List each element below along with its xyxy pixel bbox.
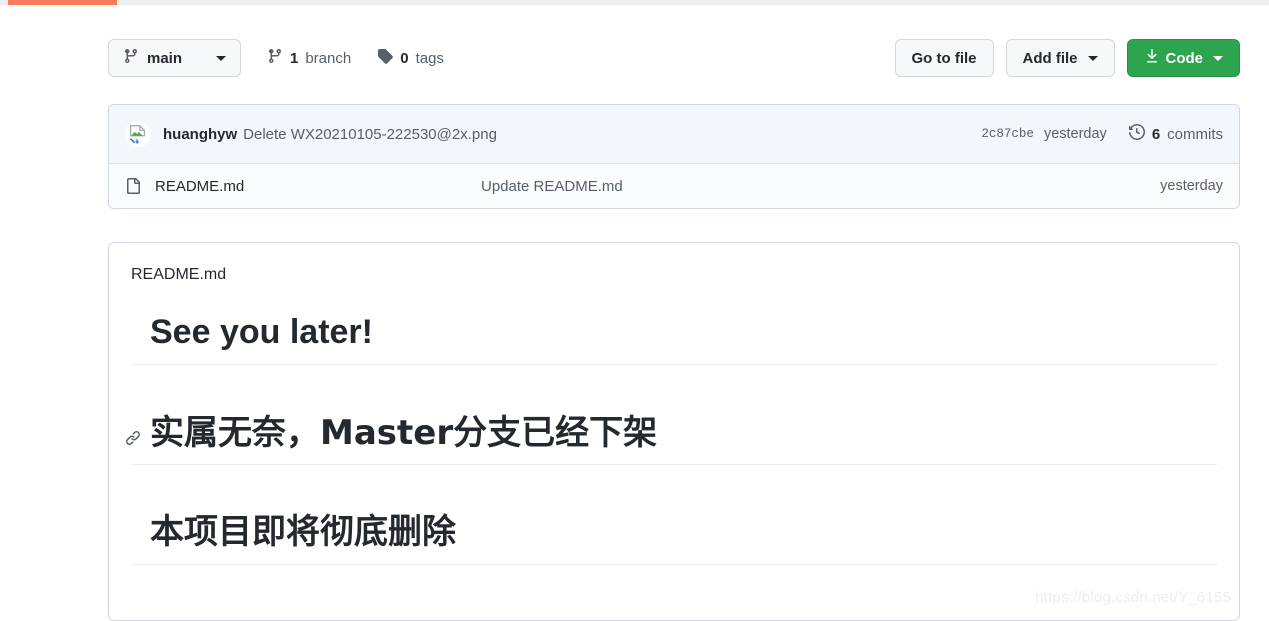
commits-count-label: commits <box>1167 125 1223 143</box>
tag-count-label: tags <box>415 49 444 67</box>
chevron-down-icon <box>1213 55 1223 61</box>
readme-heading-3: 本项目即将彻底删除 <box>131 511 1217 565</box>
download-icon <box>1144 48 1160 68</box>
commits-count-link[interactable]: 6 commits <box>1128 123 1223 144</box>
latest-commit-row: huanghyw Delete WX20210105-222530@2x.png… <box>109 105 1239 164</box>
broken-image-icon <box>129 125 146 144</box>
git-branch-icon <box>123 48 139 68</box>
file-name-link[interactable]: README.md <box>155 178 481 195</box>
branch-count-label: branch <box>305 49 352 67</box>
link-anchor-icon[interactable] <box>125 430 141 446</box>
page-load-progress-track <box>0 0 1269 5</box>
code-button[interactable]: Code <box>1126 39 1240 77</box>
code-button-label: Code <box>1165 49 1204 67</box>
branch-count-number: 1 <box>290 49 299 67</box>
branch-count-link[interactable]: 1 branch <box>267 48 351 68</box>
commit-relative-time: yesterday <box>1043 126 1107 142</box>
page-load-progress-fill <box>8 0 117 5</box>
tag-count-link[interactable]: 0 tags <box>377 48 444 68</box>
readme-heading-2-text: 实属无奈，Master分支已经下架 <box>150 412 658 453</box>
commit-message[interactable]: Delete WX20210105-222530@2x.png <box>243 126 497 143</box>
table-row[interactable]: README.md Update README.md yesterday <box>109 164 1239 208</box>
commit-author[interactable]: huanghyw <box>163 126 237 143</box>
watermark-text: https://blog.csdn.net/Y_6155 <box>1035 589 1231 606</box>
readme-heading-3-text: 本项目即将彻底删除 <box>150 512 456 552</box>
chevron-down-icon <box>216 55 226 61</box>
readme-heading-1-text: See you later! <box>150 313 373 351</box>
tag-icon <box>377 48 393 68</box>
file-listing-box: huanghyw Delete WX20210105-222530@2x.png… <box>108 104 1240 209</box>
commit-sha[interactable]: 2c87cbe <box>981 127 1034 141</box>
commit-meta: 2c87cbe yesterday 6 commits <box>981 123 1223 144</box>
avatar[interactable] <box>125 121 151 147</box>
add-file-label: Add file <box>1022 49 1078 67</box>
readme-panel: README.md See you later! 实属无奈，Master分支已经… <box>108 242 1240 621</box>
go-to-file-button[interactable]: Go to file <box>894 39 994 77</box>
branch-name-label: main <box>147 49 183 67</box>
go-to-file-label: Go to file <box>911 49 977 67</box>
commits-count-number: 6 <box>1151 125 1161 143</box>
file-commit-time: yesterday <box>1160 178 1223 194</box>
branch-selector-button[interactable]: main <box>108 39 241 77</box>
file-icon <box>125 178 141 194</box>
git-branch-icon <box>267 48 283 68</box>
add-file-button[interactable]: Add file <box>1005 39 1115 77</box>
file-commit-message-link[interactable]: Update README.md <box>481 178 1160 195</box>
readme-title: README.md <box>131 266 227 283</box>
history-clock-icon <box>1128 123 1145 144</box>
repo-toolbar: main 1 branch 0 tags Go to file Add file… <box>108 36 1240 80</box>
readme-markdown-body: See you later! 实属无奈，Master分支已经下架 本项目即将彻底… <box>126 311 1217 565</box>
tag-count-number: 0 <box>400 49 409 67</box>
readme-heading-1: See you later! <box>131 311 1217 365</box>
chevron-down-icon <box>1087 55 1098 61</box>
readme-heading-2: 实属无奈，Master分支已经下架 <box>126 412 1217 465</box>
